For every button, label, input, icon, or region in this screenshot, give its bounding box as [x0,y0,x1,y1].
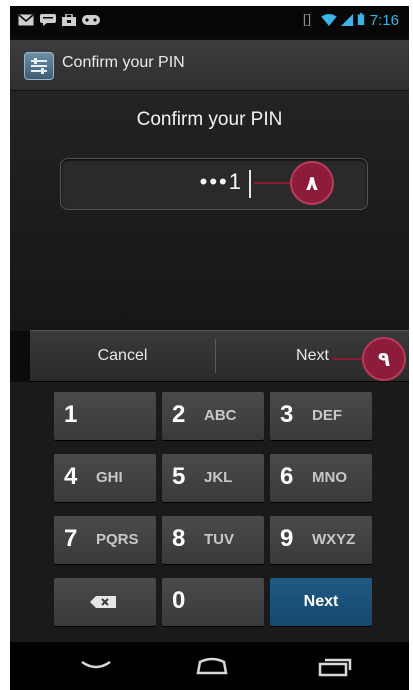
vibrate-icon [303,14,311,26]
key-letters: MNO [312,469,347,486]
key-number: 0 [172,587,186,614]
controller-icon [82,15,100,25]
key-4[interactable]: 4 GHI [54,454,156,502]
callout-badge-9: ٩ [362,337,406,381]
battery-icon [357,13,365,25]
key-1[interactable]: 1 [54,392,156,440]
key-number: 7 [64,525,78,552]
settings-app-icon[interactable] [24,52,54,80]
key-0[interactable]: 0 [162,578,264,626]
key-letters: TUV [204,531,234,548]
recent-apps-icon[interactable] [314,654,354,678]
keypad-next-label: Next [303,593,339,610]
chat-icon [40,14,56,26]
key-letters: PQRS [96,531,139,548]
key-number: 8 [172,525,186,552]
action-bar-title: Confirm your PIN [62,54,185,71]
key-letters: JKL [204,469,233,486]
pin-prompt: Confirm your PIN [136,109,283,130]
key-letters: ABC [204,407,237,424]
status-time: 7:16 [369,12,399,29]
key-5[interactable]: 5 JKL [162,454,264,502]
key-9[interactable]: 9 WXYZ [270,516,372,564]
cancel-button[interactable]: Cancel [30,331,215,381]
key-7[interactable]: 7 PQRS [54,516,156,564]
key-number: 2 [172,401,186,428]
navigation-bar [10,642,409,690]
status-bar: 7:16 [10,6,409,36]
key-number: 5 [172,463,186,490]
bag-icon [62,14,76,26]
action-bar: Confirm your PIN [10,40,409,91]
wifi-icon [321,14,337,26]
mail-icon [18,14,34,26]
backspace-key[interactable] [54,578,156,626]
pin-content: Confirm your PIN •••1 ٨ [10,91,409,331]
home-icon[interactable] [192,654,232,676]
key-letters: DEF [312,407,342,424]
key-3[interactable]: 3 DEF [270,392,372,440]
confirm-action-row: Cancel Next [30,330,409,382]
key-number: 9 [280,525,294,552]
signal-icon [341,14,353,26]
key-letters: WXYZ [312,531,356,548]
key-letters: GHI [96,469,123,486]
key-number: 6 [280,463,294,490]
key-6[interactable]: 6 MNO [270,454,372,502]
keypad-next-key[interactable]: Next [270,578,372,626]
callout-badge-8: ٨ [290,161,334,205]
phone-screen: 7:16 Confirm your PIN Confirm your PIN •… [10,6,409,690]
key-2[interactable]: 2 ABC [162,392,264,440]
back-icon[interactable] [78,656,114,676]
text-cursor [249,170,251,198]
backspace-icon [90,596,116,608]
pin-input-value: •••1 [199,169,243,194]
callout-line [254,182,294,184]
key-number: 4 [64,463,78,490]
key-8[interactable]: 8 TUV [162,516,264,564]
numeric-keypad: 1 2 ABC 3 DEF 4 GHI 5 JKL 6 MNO 7 PQRS 8… [10,382,409,642]
key-number: 1 [64,401,78,428]
key-number: 3 [280,401,294,428]
